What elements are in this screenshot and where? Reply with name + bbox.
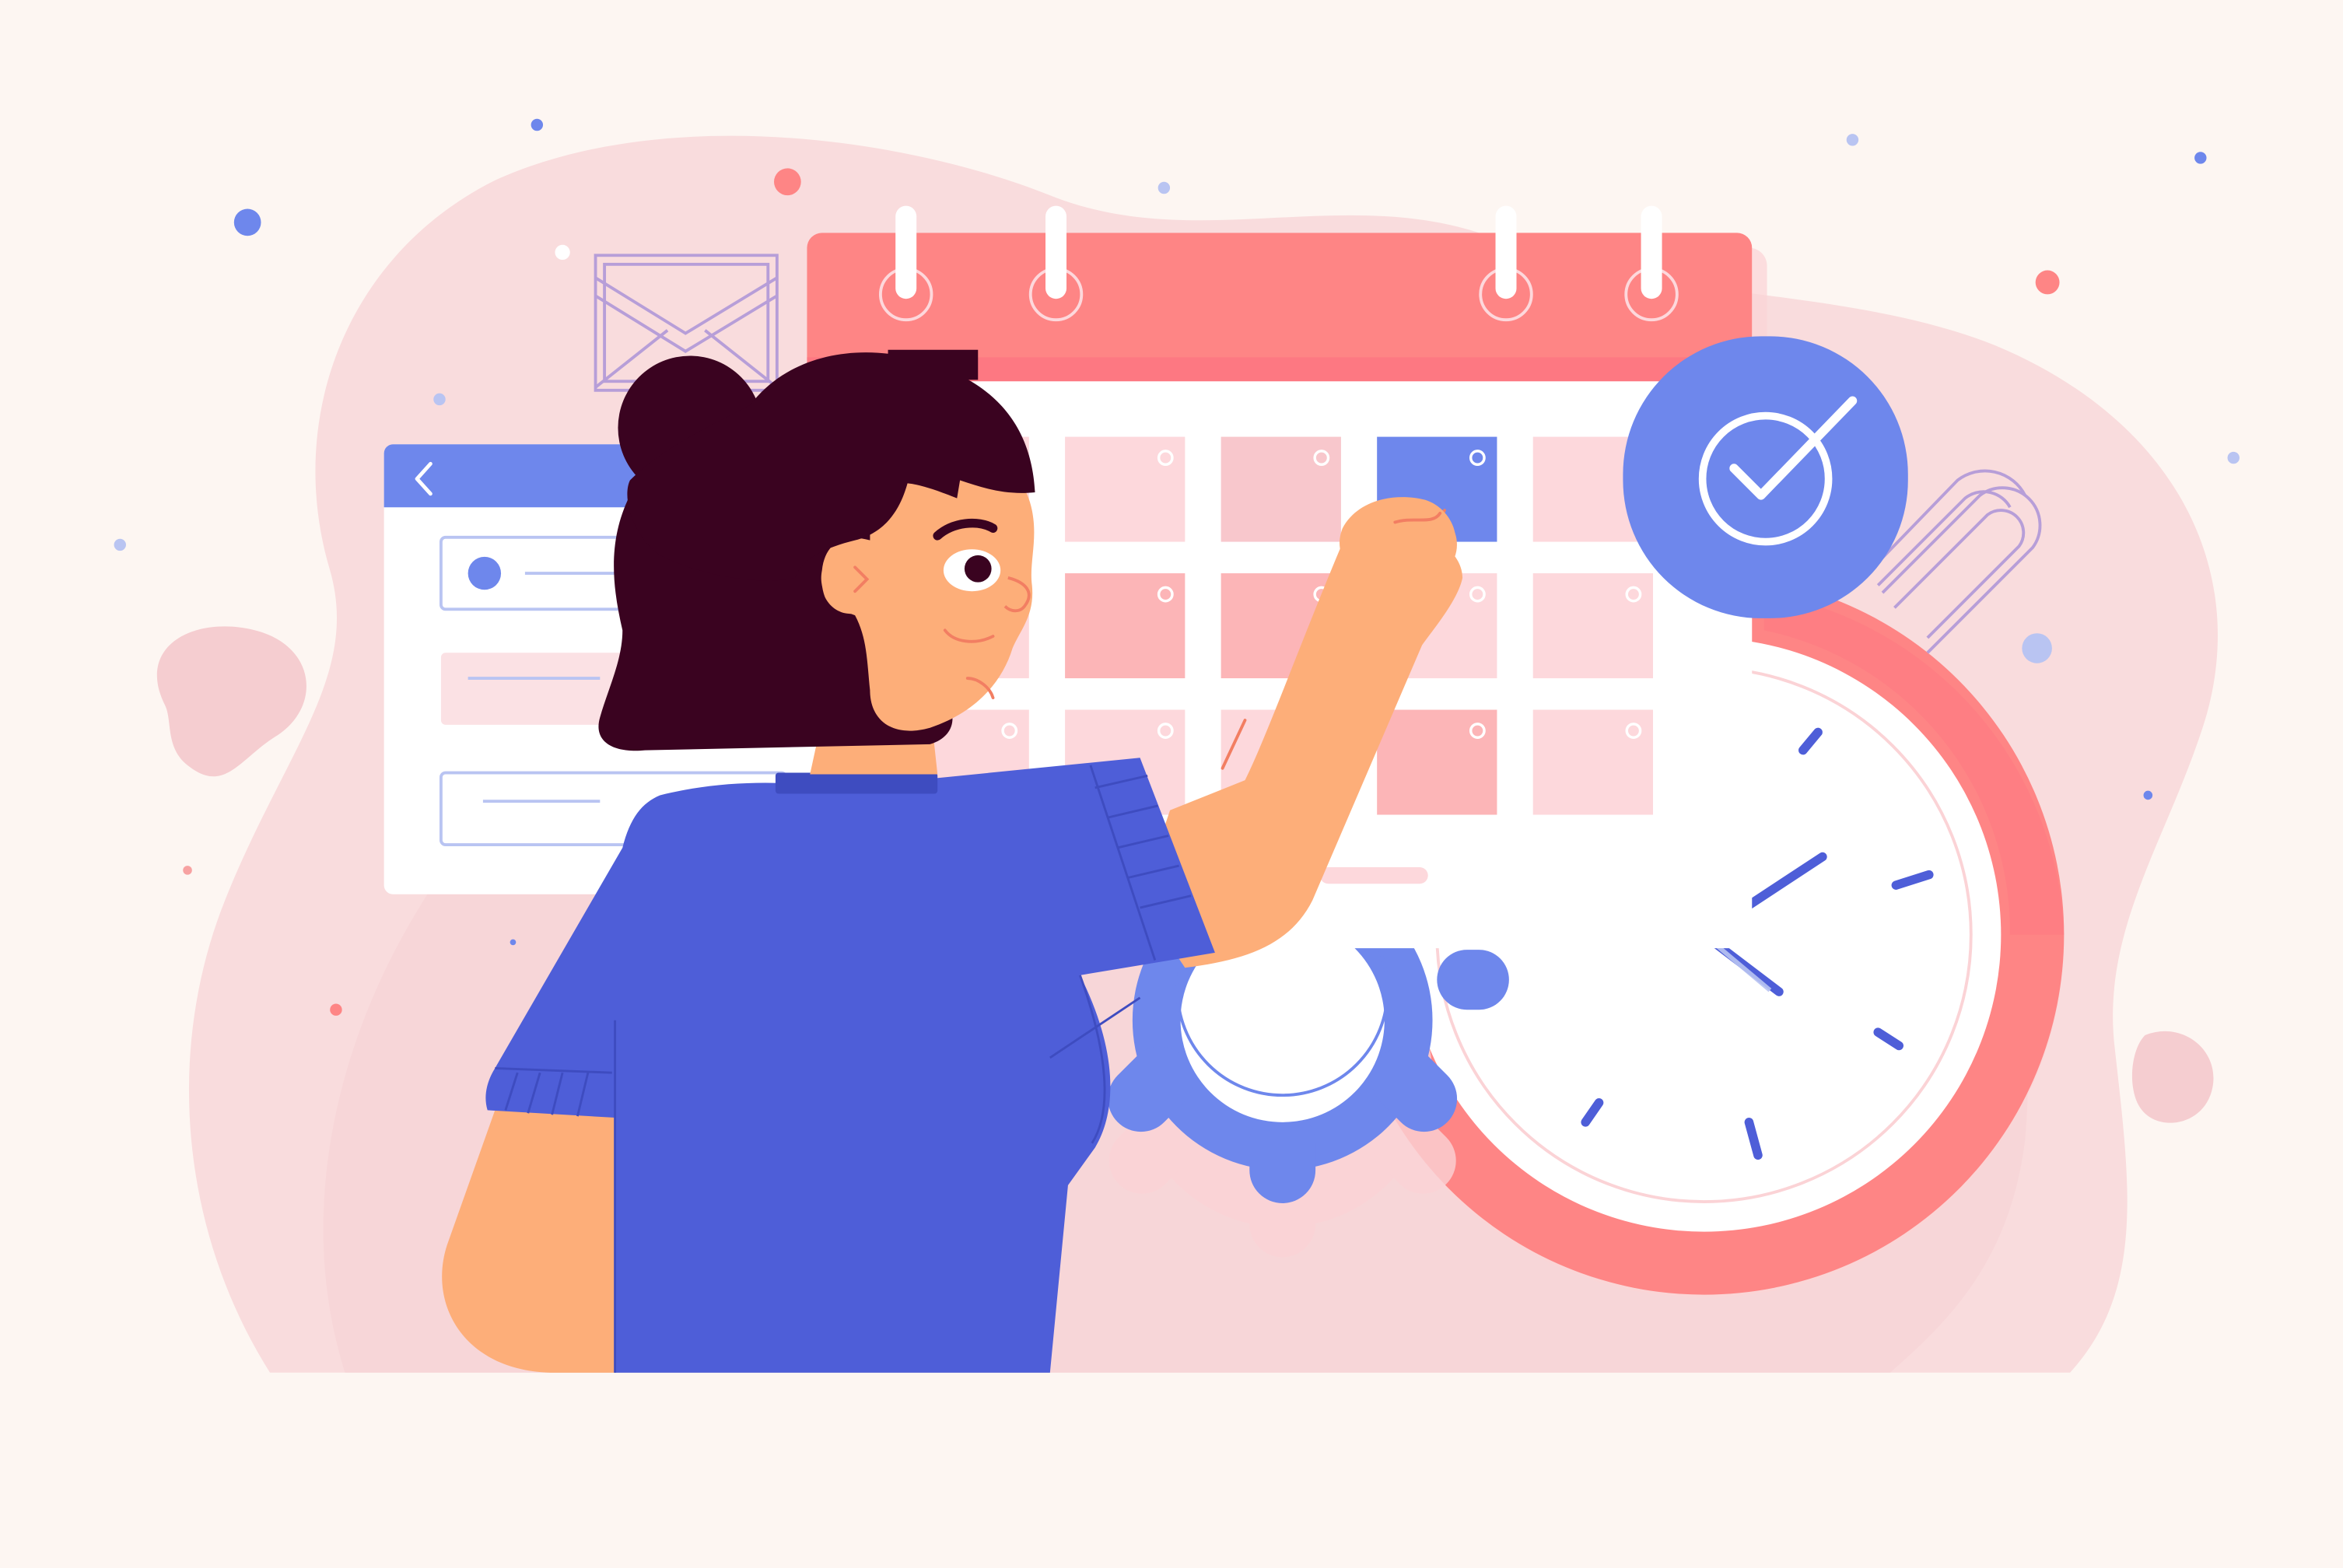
calendar-day[interactable] bbox=[1221, 436, 1341, 542]
calendar-day[interactable] bbox=[1377, 709, 1497, 815]
illustration bbox=[0, 0, 2343, 1568]
calendar-day[interactable] bbox=[1532, 573, 1653, 679]
calendar-day[interactable] bbox=[1532, 709, 1653, 815]
calendar-day[interactable] bbox=[1065, 573, 1186, 679]
check-circle-icon[interactable] bbox=[1623, 336, 1908, 618]
shirt-collar bbox=[775, 772, 938, 794]
calendar-day[interactable] bbox=[1065, 436, 1186, 542]
